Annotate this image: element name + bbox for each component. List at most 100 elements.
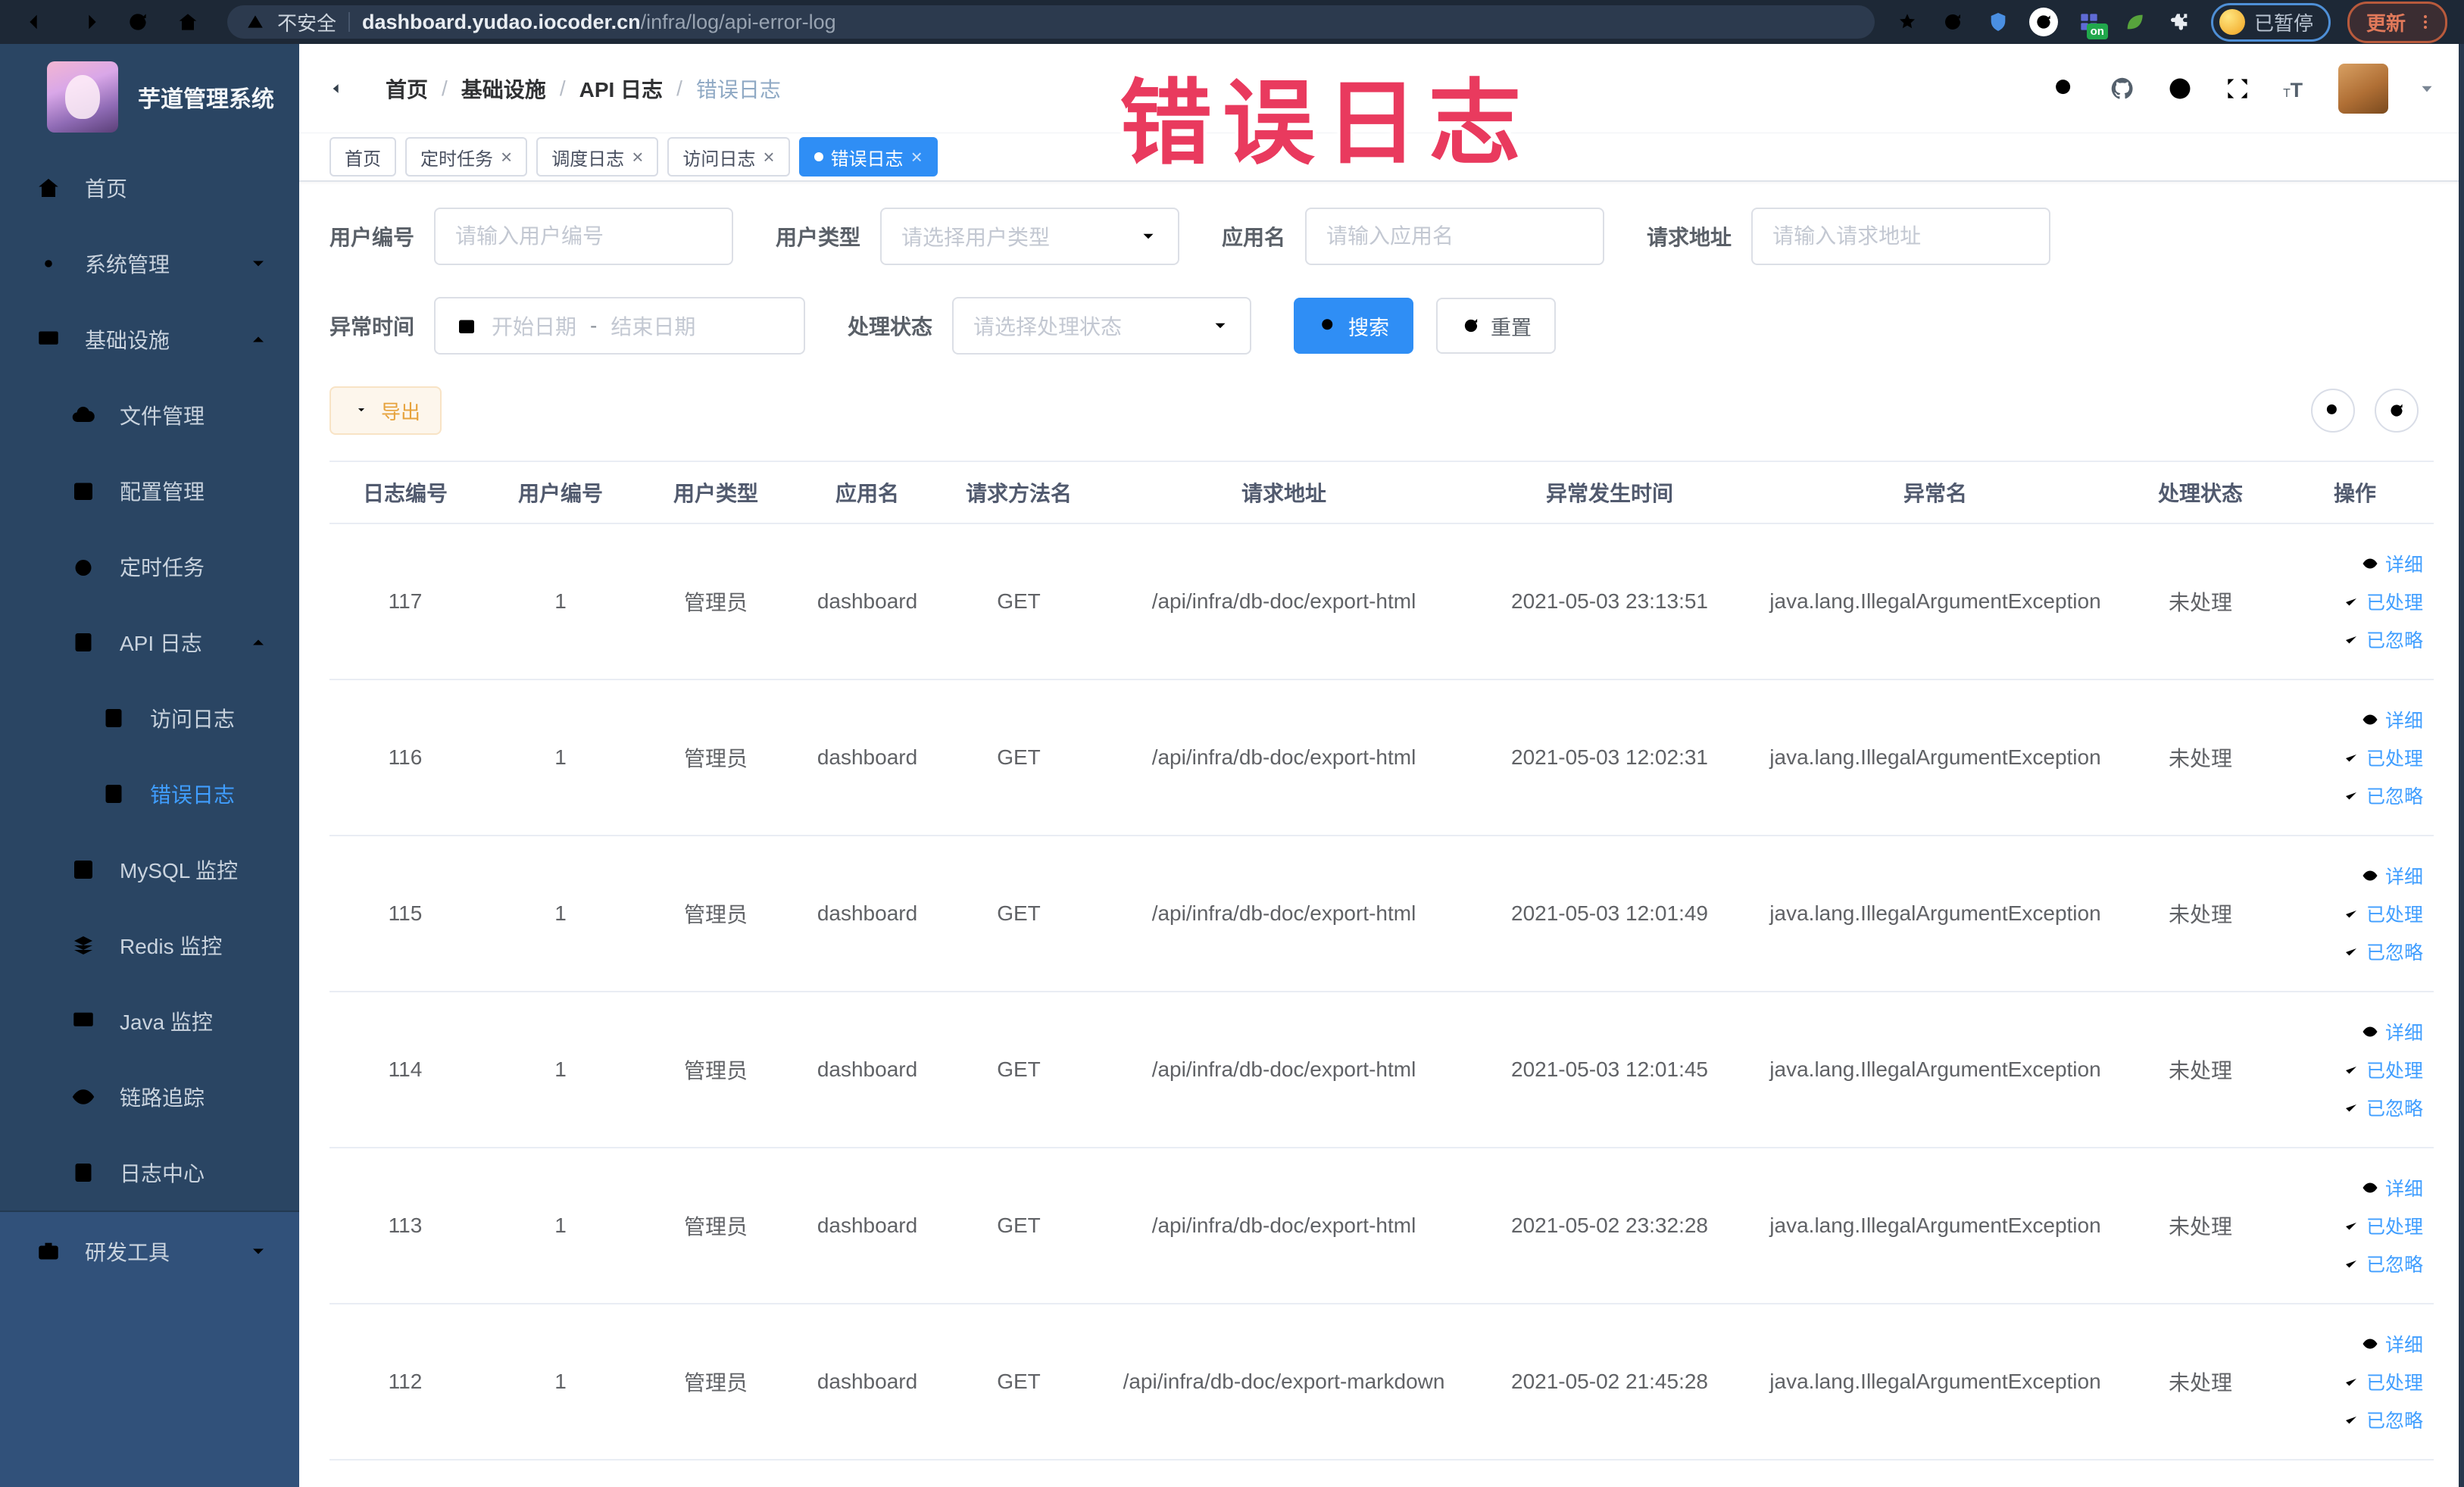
font-size-icon[interactable] bbox=[2281, 74, 2309, 103]
browser-back-button[interactable] bbox=[17, 5, 59, 39]
export-button[interactable]: 导出 bbox=[329, 386, 442, 435]
detail-link[interactable]: 详细 bbox=[2361, 550, 2423, 577]
process-status-select[interactable]: 请选择处理状态 bbox=[952, 297, 1252, 355]
refresh-table-button[interactable] bbox=[2375, 389, 2419, 433]
extensions-puzzle-icon[interactable] bbox=[2166, 8, 2194, 36]
reset-button[interactable]: 重置 bbox=[1436, 298, 1557, 354]
mark-ignored-link[interactable]: 已忽略 bbox=[2342, 626, 2423, 653]
user-menu-caret-icon[interactable] bbox=[2417, 79, 2437, 98]
sidebar-item-system-management[interactable]: 系统管理 bbox=[0, 226, 299, 301]
sidebar-item-config-management[interactable]: 配置管理 bbox=[0, 453, 299, 529]
end-date-placeholder[interactable]: 结束日期 bbox=[611, 311, 695, 341]
close-icon[interactable]: × bbox=[632, 147, 643, 167]
tab-access-log[interactable]: 访问日志 × bbox=[667, 137, 790, 177]
detail-link[interactable]: 详细 bbox=[2361, 1330, 2423, 1357]
close-icon[interactable]: × bbox=[763, 147, 774, 167]
kebab-menu-icon[interactable] bbox=[2416, 13, 2434, 31]
mark-ignored-link[interactable]: 已忽略 bbox=[2342, 1250, 2423, 1277]
tab-error-log[interactable]: 错误日志 × bbox=[798, 137, 938, 177]
sidebar-item-log-center[interactable]: 日志中心 bbox=[0, 1135, 299, 1211]
sidebar-item-error-log[interactable]: 错误日志 bbox=[0, 756, 299, 832]
cell-status: 未处理 bbox=[2168, 1371, 2232, 1395]
tab-home[interactable]: 首页 bbox=[329, 137, 396, 177]
close-icon[interactable]: × bbox=[501, 147, 512, 167]
mark-processed-link[interactable]: 已处理 bbox=[2342, 744, 2423, 771]
user-id-input[interactable] bbox=[455, 224, 713, 248]
sidebar-item-infrastructure[interactable]: 基础设施 bbox=[0, 301, 299, 377]
browser-reload-button[interactable] bbox=[117, 5, 159, 39]
detail-link[interactable]: 详细 bbox=[2361, 1174, 2423, 1201]
cell-actions: 详细 已处理 已忽略 bbox=[2276, 1174, 2434, 1277]
extension-grid-icon[interactable]: on bbox=[2075, 8, 2108, 39]
search-icon[interactable] bbox=[2050, 74, 2079, 103]
breadcrumb-item[interactable]: 基础设施 bbox=[461, 73, 546, 104]
mark-ignored-link[interactable]: 已忽略 bbox=[2342, 782, 2423, 809]
browser-home-button[interactable] bbox=[167, 5, 209, 39]
fullscreen-icon[interactable] bbox=[2223, 74, 2252, 103]
mark-processed-link[interactable]: 已处理 bbox=[2342, 1212, 2423, 1239]
tab-schedule-log[interactable]: 调度日志 × bbox=[536, 137, 659, 177]
mark-ignored-link[interactable]: 已忽略 bbox=[2342, 1406, 2423, 1433]
close-icon[interactable]: × bbox=[911, 147, 923, 167]
breadcrumb-item[interactable]: API 日志 bbox=[579, 73, 663, 104]
browser-forward-button[interactable] bbox=[67, 5, 109, 39]
security-label[interactable]: 不安全 bbox=[277, 8, 336, 36]
mark-processed-link[interactable]: 已处理 bbox=[2342, 588, 2423, 615]
extension-green-circle-icon[interactable] bbox=[2028, 8, 2058, 36]
tab-label: 首页 bbox=[345, 148, 381, 170]
user-avatar[interactable] bbox=[2338, 63, 2388, 114]
cell-request-url: /api/infra/db-doc/export-html bbox=[1151, 589, 1416, 613]
app-name-input[interactable] bbox=[1326, 224, 1584, 248]
help-icon[interactable] bbox=[2166, 74, 2194, 103]
browser-chrome: 不安全 dashboard.yudao.iocoder.cn/infra/log… bbox=[0, 0, 2464, 44]
sidebar-item-file-management[interactable]: 文件管理 bbox=[0, 377, 299, 453]
sidebar-item-trace[interactable]: 链路追踪 bbox=[0, 1059, 299, 1135]
toggle-search-button[interactable] bbox=[2311, 389, 2355, 433]
extension-leaf-icon[interactable] bbox=[2120, 8, 2149, 36]
mark-processed-link[interactable]: 已处理 bbox=[2342, 1368, 2423, 1395]
sidebar-item-access-log[interactable]: 访问日志 bbox=[0, 680, 299, 756]
breadcrumb-item[interactable]: 首页 bbox=[386, 73, 428, 104]
mark-processed-link[interactable]: 已处理 bbox=[2342, 900, 2423, 927]
mark-ignored-link[interactable]: 已忽略 bbox=[2342, 1094, 2423, 1121]
exception-time-range-picker[interactable]: 开始日期 - 结束日期 bbox=[434, 297, 806, 355]
browser-update-button[interactable]: 更新 bbox=[2347, 1, 2447, 43]
app-logo-row[interactable]: 芋道管理系统 bbox=[0, 44, 299, 150]
mark-processed-link[interactable]: 已处理 bbox=[2342, 1056, 2423, 1083]
start-date-placeholder[interactable]: 开始日期 bbox=[492, 311, 576, 341]
page-content: 用户编号 用户类型 请选择用户类型 应用名 请求地址 bbox=[299, 182, 2464, 1487]
sidebar-item-redis-monitor[interactable]: Redis 监控 bbox=[0, 908, 299, 983]
sidebar-item-api-log[interactable]: API 日志 bbox=[0, 604, 299, 680]
sidebar-item-java-monitor[interactable]: Java 监控 bbox=[0, 983, 299, 1059]
detail-link[interactable]: 详细 bbox=[2361, 706, 2423, 733]
user-id-field[interactable] bbox=[434, 208, 734, 265]
sidebar-item-mysql-monitor[interactable]: MySQL 监控 bbox=[0, 832, 299, 908]
app-name-field[interactable] bbox=[1305, 208, 1605, 265]
sidebar-item-label: API 日志 bbox=[120, 632, 202, 655]
table-body: 117 1 管理员 dashboard GET /api/infra/db-do… bbox=[329, 524, 2434, 1460]
sidebar-item-scheduled-tasks[interactable]: 定时任务 bbox=[0, 529, 299, 604]
url-bar[interactable]: 不安全 dashboard.yudao.iocoder.cn/infra/log… bbox=[227, 5, 1875, 39]
sidebar-item-home[interactable]: 首页 bbox=[0, 150, 299, 226]
sidebar-fold-icon[interactable] bbox=[329, 73, 360, 104]
github-icon[interactable] bbox=[2108, 74, 2137, 103]
bookmark-star-icon[interactable] bbox=[1893, 8, 1922, 36]
user-id-label: 用户编号 bbox=[329, 226, 415, 249]
cell-method: GET bbox=[997, 1214, 1041, 1237]
detail-link[interactable]: 详细 bbox=[2361, 862, 2423, 889]
search-button[interactable]: 搜索 bbox=[1294, 298, 1414, 354]
detail-link[interactable]: 详细 bbox=[2361, 1018, 2423, 1045]
paused-extension-badge[interactable]: 已暂停 bbox=[2210, 2, 2331, 42]
extension-shield-icon[interactable] bbox=[1984, 8, 2013, 36]
request-url-input[interactable] bbox=[1772, 224, 2030, 248]
user-type-select[interactable]: 请选择用户类型 bbox=[880, 208, 1180, 265]
mark-ignored-link[interactable]: 已忽略 bbox=[2342, 938, 2423, 965]
cell-log-id: 112 bbox=[388, 1370, 423, 1393]
tab-scheduled-tasks[interactable]: 定时任务 × bbox=[405, 137, 528, 177]
request-url-field[interactable] bbox=[1751, 208, 2051, 265]
extension-orange-icon[interactable] bbox=[1938, 8, 1967, 36]
cell-user-type: 管理员 bbox=[683, 591, 748, 614]
sidebar-item-dev-tools[interactable]: 研发工具 bbox=[0, 1212, 299, 1291]
url-text[interactable]: dashboard.yudao.iocoder.cn/infra/log/api… bbox=[362, 11, 836, 34]
cell-app-name: dashboard bbox=[817, 901, 918, 925]
